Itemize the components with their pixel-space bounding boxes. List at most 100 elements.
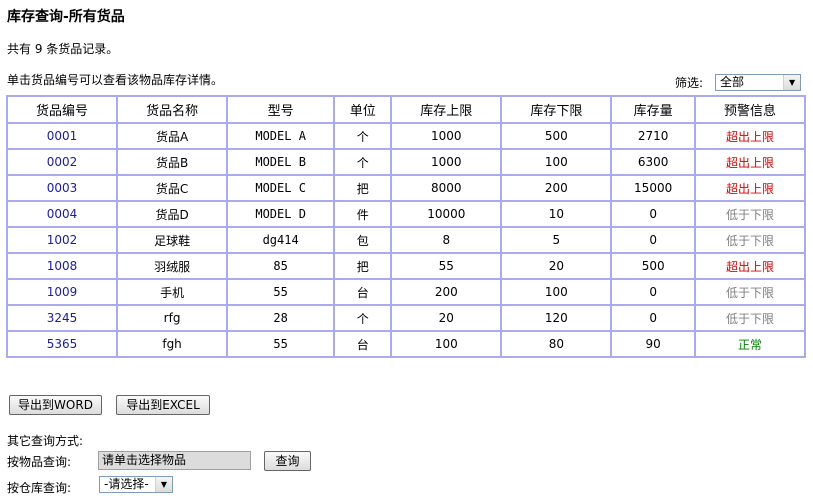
hint-text: 单击货品编号可以查看该物品库存详情。	[7, 73, 224, 87]
lower-limit: 20	[500, 252, 613, 280]
export-word-button[interactable]: 导出到WORD	[9, 395, 102, 415]
by-warehouse-label: 按仓库查询:	[7, 481, 72, 495]
warehouse-select[interactable]: -请选择- ▼	[99, 476, 173, 493]
item-code-link[interactable]: 1008	[5, 252, 119, 280]
item-code-link[interactable]: 1002	[5, 226, 119, 254]
model: 55	[226, 330, 336, 358]
other-query-label: 其它查询方式:	[7, 434, 84, 448]
upper-limit: 10000	[390, 200, 503, 228]
warning-status: 正常	[693, 330, 807, 358]
item-name: 羽绒服	[116, 252, 229, 280]
upper-limit: 8000	[390, 174, 503, 202]
export-excel-button[interactable]: 导出到EXCEL	[116, 395, 210, 415]
item-code-link[interactable]: 0002	[5, 148, 119, 176]
table-header-row: 货品编号 货品名称 型号 单位 库存上限 库存下限 库存量 预警信息	[5, 95, 807, 124]
warning-status: 超出上限	[693, 174, 807, 202]
lower-limit: 200	[500, 174, 613, 202]
table-row: 3245 rfg 28 个 20 120 0 低于下限	[5, 304, 807, 332]
filter-label: 筛选:	[675, 76, 704, 90]
column-header: 库存下限	[500, 95, 613, 124]
unit: 台	[333, 278, 393, 306]
item-code-link[interactable]: 3245	[5, 304, 119, 332]
column-header: 库存量	[610, 95, 696, 124]
unit: 个	[333, 122, 393, 150]
warning-status: 低于下限	[693, 200, 807, 228]
chevron-down-icon: ▼	[783, 75, 801, 90]
query-button[interactable]: 查询	[264, 451, 311, 471]
lower-limit: 100	[500, 278, 613, 306]
item-name: 足球鞋	[116, 226, 229, 254]
upper-limit: 200	[390, 278, 503, 306]
unit: 个	[333, 148, 393, 176]
warehouse-select-value: -请选择-	[104, 477, 149, 491]
item-name: 货品C	[116, 174, 229, 202]
stock-qty: 0	[610, 278, 696, 306]
upper-limit: 20	[390, 304, 503, 332]
item-code-link[interactable]: 0003	[5, 174, 119, 202]
table-row: 0001 货品A MODEL A 个 1000 500 2710 超出上限	[5, 122, 807, 150]
unit: 件	[333, 200, 393, 228]
lower-limit: 80	[500, 330, 613, 358]
column-header: 货品名称	[116, 95, 229, 124]
lower-limit: 120	[500, 304, 613, 332]
upper-limit: 1000	[390, 122, 503, 150]
chevron-down-icon: ▼	[155, 477, 172, 492]
warning-status: 低于下限	[693, 304, 807, 332]
filter-select-value: 全部	[720, 75, 745, 89]
by-item-label: 按物品查询:	[7, 455, 72, 469]
stock-qty: 6300	[610, 148, 696, 176]
model: 55	[226, 278, 336, 306]
stock-qty: 90	[610, 330, 696, 358]
upper-limit: 55	[390, 252, 503, 280]
model: dg414	[226, 226, 336, 254]
column-header: 单位	[333, 95, 393, 124]
table-row: 0002 货品B MODEL B 个 1000 100 6300 超出上限	[5, 148, 807, 176]
table-row: 0003 货品C MODEL C 把 8000 200 15000 超出上限	[5, 174, 807, 202]
table-row: 0004 货品D MODEL D 件 10000 10 0 低于下限	[5, 200, 807, 228]
warning-status: 超出上限	[693, 122, 807, 150]
page-title: 库存查询-所有货品	[7, 9, 125, 25]
item-select-field[interactable]: 请单击选择物品	[98, 451, 251, 470]
warning-status: 超出上限	[693, 148, 807, 176]
lower-limit: 500	[500, 122, 613, 150]
table-row: 1009 手机 55 台 200 100 0 低于下限	[5, 278, 807, 306]
lower-limit: 10	[500, 200, 613, 228]
stock-qty: 15000	[610, 174, 696, 202]
item-code-link[interactable]: 1009	[5, 278, 119, 306]
item-name: rfg	[116, 304, 229, 332]
filter-control: 筛选: 全部 ▼	[675, 74, 802, 91]
unit: 个	[333, 304, 393, 332]
warning-status: 低于下限	[693, 226, 807, 254]
model: MODEL D	[226, 200, 336, 228]
upper-limit: 100	[390, 330, 503, 358]
filter-select[interactable]: 全部 ▼	[715, 74, 802, 91]
stock-qty: 2710	[610, 122, 696, 150]
record-count-text: 共有 9 条货品记录。	[7, 42, 119, 56]
unit: 把	[333, 252, 393, 280]
column-header: 库存上限	[390, 95, 503, 124]
unit: 台	[333, 330, 393, 358]
item-name: 货品B	[116, 148, 229, 176]
model: MODEL C	[226, 174, 336, 202]
warning-status: 超出上限	[693, 252, 807, 280]
item-name: 手机	[116, 278, 229, 306]
lower-limit: 5	[500, 226, 613, 254]
item-code-link[interactable]: 5365	[5, 330, 119, 358]
item-code-link[interactable]: 0004	[5, 200, 119, 228]
model: 85	[226, 252, 336, 280]
unit: 包	[333, 226, 393, 254]
item-name: 货品A	[116, 122, 229, 150]
inventory-table: 货品编号 货品名称 型号 单位 库存上限 库存下限 库存量 预警信息 0001 货…	[5, 95, 807, 358]
stock-qty: 0	[610, 226, 696, 254]
item-name: fgh	[116, 330, 229, 358]
lower-limit: 100	[500, 148, 613, 176]
upper-limit: 8	[390, 226, 503, 254]
column-header: 货品编号	[5, 95, 119, 124]
unit: 把	[333, 174, 393, 202]
table-row: 1008 羽绒服 85 把 55 20 500 超出上限	[5, 252, 807, 280]
item-name: 货品D	[116, 200, 229, 228]
upper-limit: 1000	[390, 148, 503, 176]
column-header: 预警信息	[693, 95, 807, 124]
item-code-link[interactable]: 0001	[5, 122, 119, 150]
stock-qty: 0	[610, 200, 696, 228]
